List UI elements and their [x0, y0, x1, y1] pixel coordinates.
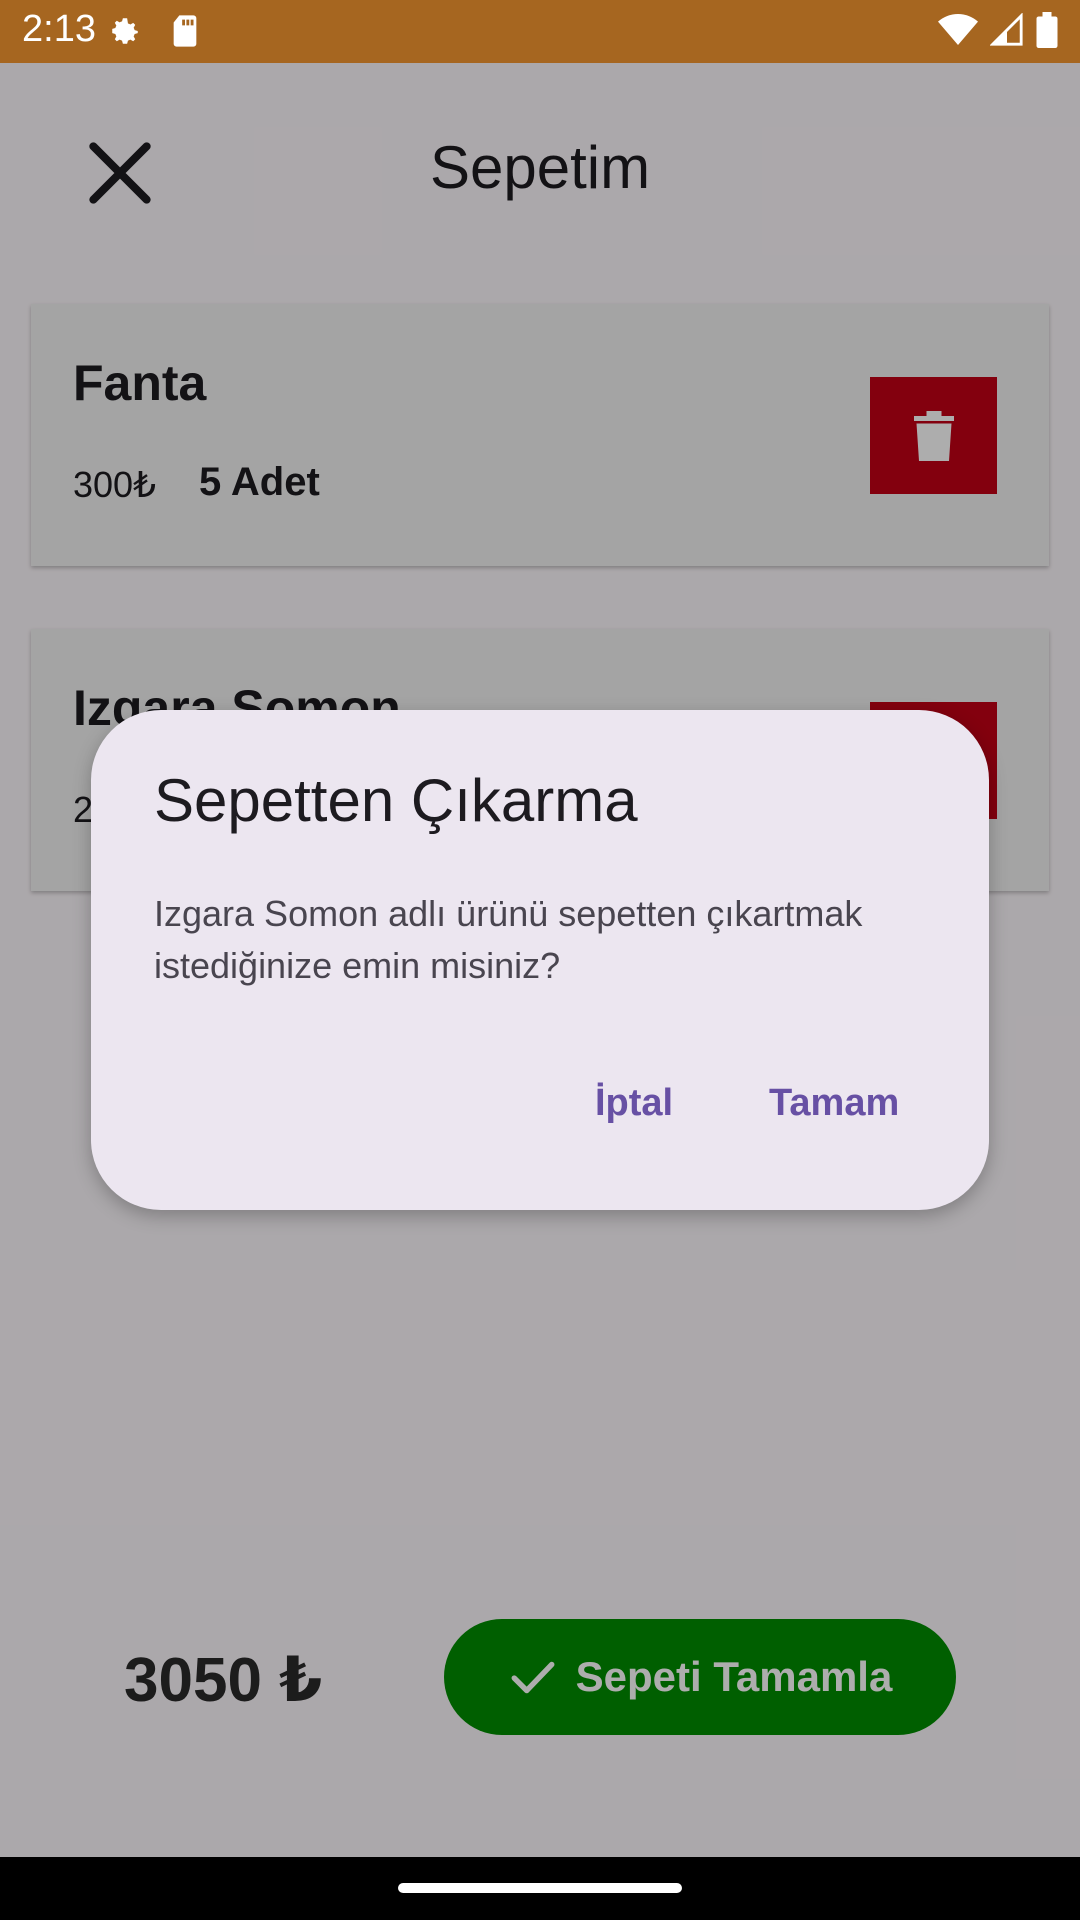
status-time: 2:13 [22, 8, 96, 50]
remove-item-dialog: Sepetten Çıkarma Izgara Somon adlı ürünü… [91, 710, 989, 1210]
signal-icon [989, 12, 1024, 52]
sd-card-icon [170, 14, 200, 53]
confirm-button[interactable]: Tamam [769, 1082, 899, 1125]
navigation-bar [0, 1857, 1080, 1920]
dialog-message: Izgara Somon adlı ürünü sepetten çıkartm… [154, 893, 863, 986]
cancel-button[interactable]: İptal [595, 1082, 673, 1125]
wifi-icon [938, 13, 978, 52]
status-bar: 2:13 [0, 0, 1080, 63]
gear-icon [108, 14, 142, 53]
battery-icon [1036, 12, 1058, 53]
dialog-title: Sepetten Çıkarma [154, 767, 638, 834]
home-handle[interactable] [398, 1883, 682, 1893]
